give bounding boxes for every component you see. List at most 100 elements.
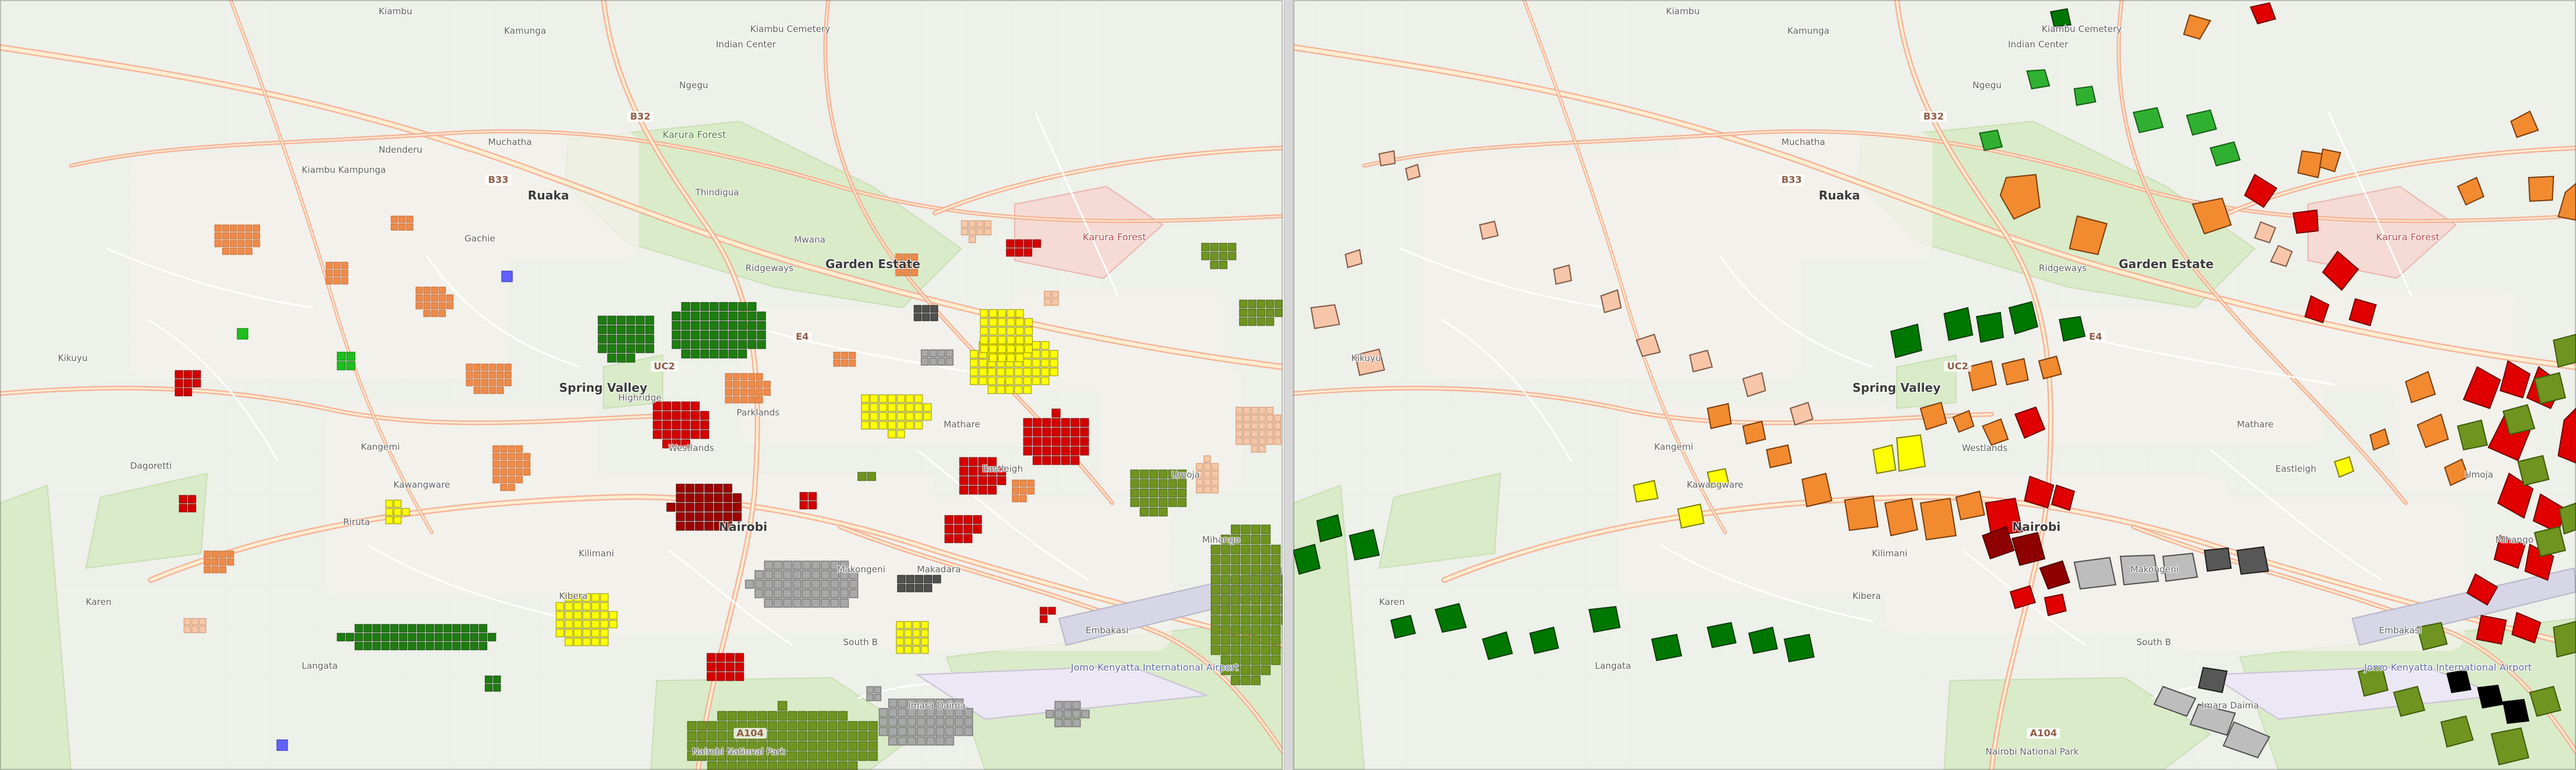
hex-cell [573, 620, 582, 629]
hex-cell [1251, 665, 1261, 675]
hex-cell [504, 371, 512, 379]
analysis-polygon [2446, 669, 2472, 694]
left-map-panel[interactable]: Kiambu Kamunga Kiambu Cemetery Indian Cente… [0, 0, 1283, 770]
hex-cell [1023, 427, 1032, 437]
hex-cell [1239, 299, 1248, 308]
hex-cell [452, 624, 461, 633]
hex-cell [1054, 719, 1063, 727]
hex-cell [676, 493, 685, 502]
hex-cell [906, 584, 915, 592]
hex-cell [1239, 308, 1248, 317]
hex-cell [1024, 239, 1032, 248]
hex-cell [697, 741, 707, 751]
hex-cell [799, 501, 808, 510]
hex-cell [738, 340, 747, 349]
hex-cell [564, 620, 573, 629]
hex-cell [1241, 625, 1251, 635]
hex-cell [727, 761, 737, 770]
hex-cell [1203, 455, 1211, 463]
hex-cell [903, 253, 911, 261]
hex-cell [989, 353, 998, 362]
hex-cell [219, 566, 227, 574]
hex-cell [963, 515, 973, 524]
analysis-polygon [1765, 444, 1793, 469]
hex-cell [787, 731, 798, 741]
hex-cell [1032, 456, 1042, 465]
hex-cell [840, 560, 849, 570]
analysis-polygon [2533, 372, 2567, 405]
hex-cell [935, 736, 945, 746]
hex-cell [923, 412, 932, 421]
hex-cell [1027, 479, 1035, 487]
hex-cell [709, 340, 719, 349]
hex-cell [564, 593, 573, 602]
hex-cell [1139, 479, 1149, 488]
hex-cell [564, 611, 573, 620]
hex-cell [821, 598, 830, 608]
hex-cell [681, 349, 690, 359]
hex-cell [479, 642, 488, 650]
hex-cell [989, 344, 998, 353]
hex-cell [1210, 575, 1221, 585]
hex-cell [969, 220, 976, 228]
analysis-polygon [2456, 419, 2488, 451]
left-map-canvas[interactable] [0, 0, 1283, 770]
right-map-panel[interactable]: Kiambu Kamunga Kiambu Cemetery Indian Cente… [1293, 0, 2576, 770]
hex-cell [452, 633, 461, 642]
hex-cell [600, 620, 609, 629]
hex-cell [1015, 353, 1024, 362]
hex-cell [183, 370, 192, 379]
hex-cell [709, 321, 719, 330]
hex-cell [896, 629, 904, 637]
hex-cell [714, 521, 723, 531]
hex-cell [500, 484, 508, 491]
hex-cell [179, 495, 188, 504]
hex-cell [508, 484, 515, 491]
hex-cell [1261, 545, 1271, 555]
hex-cell [175, 370, 183, 379]
hex-cell [945, 349, 954, 357]
hex-cell [1271, 615, 1281, 625]
hex-cell [725, 672, 735, 681]
hex-cell [737, 731, 747, 741]
hex-cell [998, 353, 1006, 362]
hex-cell [970, 368, 979, 376]
hex-cell [188, 504, 196, 513]
hex-cell [840, 589, 849, 598]
hex-cell [687, 721, 697, 731]
right-map-canvas[interactable] [1293, 0, 2576, 770]
hex-cell [687, 751, 697, 761]
hex-cell [704, 512, 714, 521]
hex-cell [709, 311, 719, 321]
hex-cell [616, 334, 626, 344]
hex-cell [609, 611, 618, 620]
hex-cell [979, 368, 987, 376]
hex-cell [1054, 701, 1063, 710]
hex-cell [1032, 446, 1042, 456]
hex-cell [870, 421, 879, 430]
hex-cell [808, 731, 818, 741]
hex-cell [473, 386, 481, 394]
hex-cell [1248, 317, 1257, 326]
hex-cell [895, 253, 903, 261]
hex-cell [732, 493, 742, 502]
hex-cell [704, 521, 714, 531]
hex-cell [672, 330, 681, 340]
hex-cell [792, 589, 802, 598]
hex-cell [1168, 479, 1177, 488]
hex-cell [757, 741, 767, 751]
hex-cell [489, 371, 496, 379]
hex-cell [573, 593, 582, 602]
hex-cell [798, 711, 808, 721]
hex-cell [591, 629, 600, 637]
hex-cell [417, 624, 425, 633]
hex-cell [1231, 565, 1241, 575]
hex-cell [912, 621, 921, 629]
hex-cell [833, 359, 841, 367]
hex-cell [443, 642, 452, 650]
hex-cell [1231, 635, 1241, 645]
hex-cell [1251, 595, 1261, 605]
hex-cell [438, 302, 446, 310]
hex-cell [732, 512, 742, 521]
hex-cell [1231, 545, 1241, 555]
